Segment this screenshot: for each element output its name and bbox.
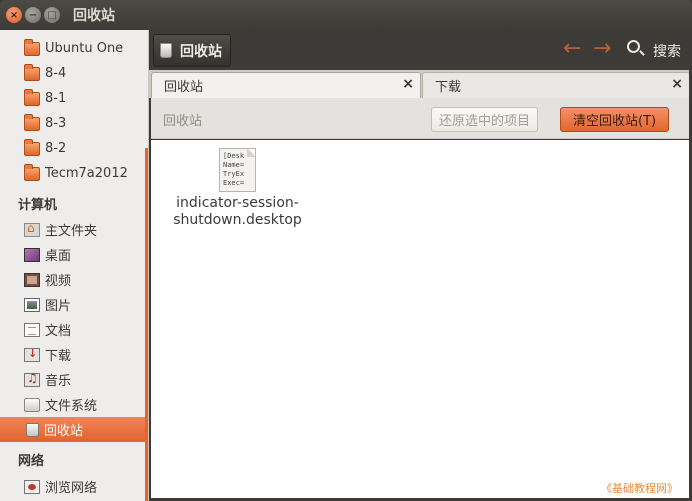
sidebar-item-label: 音乐 <box>45 374 72 389</box>
sidebar-item-label: 8-2 <box>45 141 67 156</box>
file-preview-line: Exec= <box>223 179 245 187</box>
toolbar: 回收站 ← → 搜索 <box>149 30 692 70</box>
sidebar-item-label: 桌面 <box>45 249 72 264</box>
search-icon[interactable] <box>627 40 640 53</box>
empty-trash-button[interactable]: 清空回收站(T) <box>560 107 670 132</box>
sidebar-item-label: 文件系统 <box>45 399 98 414</box>
sidebar-item-label: 8-4 <box>45 66 67 81</box>
breadcrumb-label: 回收站 <box>180 43 222 60</box>
folder-icon <box>24 38 40 56</box>
window-minimize-button[interactable]: − <box>25 7 41 23</box>
file-preview-line: TryEx <box>223 170 245 178</box>
sidebar-item-label: 浏览网络 <box>45 481 98 496</box>
watermark-text: 《基础教程网》 <box>601 482 678 495</box>
sidebar-item-label: Ubuntu One <box>45 41 124 56</box>
file-preview-line: [Desk <box>223 152 245 160</box>
window-maximize-button[interactable]: □ <box>44 7 60 23</box>
sidebar-item-label: 文档 <box>45 324 72 339</box>
tab-downloads[interactable]: 下载 × <box>422 72 690 98</box>
sidebar-item-label: 回收站 <box>44 424 84 439</box>
filesystem-icon <box>24 397 40 412</box>
file-name: indicator-session- shutdown.desktop <box>165 195 310 229</box>
desktop-file-icon: [Desk Name= TryEx Exec= <box>219 148 256 192</box>
tab-label: 下载 <box>435 80 462 95</box>
window-titlebar: × − □ 回收站 <box>0 0 692 30</box>
pictures-icon <box>24 297 40 312</box>
trash-icon <box>26 422 39 437</box>
folder-icon <box>24 113 40 131</box>
downloads-icon <box>24 347 40 362</box>
sidebar-item-label: Tecm7a2012 <box>45 166 128 181</box>
file-name-line: shutdown.desktop <box>173 212 302 228</box>
video-icon <box>24 272 40 287</box>
window-title: 回收站 <box>73 8 115 24</box>
network-icon <box>24 479 40 494</box>
tab-bar: 回收站 × 下载 × <box>149 70 692 98</box>
sidebar-scrollbar[interactable] <box>145 148 148 501</box>
sidebar-item-pictures[interactable]: 图片 <box>0 292 146 317</box>
sidebar-item-label: 主文件夹 <box>45 224 98 239</box>
trash-infobar: 回收站 还原选中的项目 清空回收站(T) <box>151 98 689 139</box>
file-name-line: indicator-session- <box>176 195 299 211</box>
folder-icon <box>24 163 40 181</box>
sidebar-item-label: 下载 <box>45 349 72 364</box>
sidebar-item-8-4[interactable]: 8-4 <box>0 61 146 86</box>
desktop-icon <box>24 247 40 262</box>
sidebar-item-label: 图片 <box>45 299 72 314</box>
sidebar-item-label: 8-3 <box>45 116 67 131</box>
location-breadcrumb-trash[interactable]: 回收站 <box>153 34 231 67</box>
tab-close-icon[interactable]: × <box>402 76 414 92</box>
sidebar-item-tecm7a2012[interactable]: Tecm7a2012 <box>0 161 146 186</box>
file-view[interactable]: [Desk Name= TryEx Exec= indicator-sessio… <box>151 140 689 498</box>
sidebar-item-videos[interactable]: 视频 <box>0 267 146 292</box>
sidebar-item-home[interactable]: 主文件夹 <box>0 217 146 242</box>
folder-icon <box>24 88 40 106</box>
sidebar-item-trash[interactable]: 回收站 <box>0 417 146 442</box>
sidebar-item-filesystem[interactable]: 文件系统 <box>0 392 146 417</box>
sidebar-item-8-2[interactable]: 8-2 <box>0 136 146 161</box>
sidebar-item-documents[interactable]: 文档 <box>0 317 146 342</box>
music-icon <box>24 371 40 387</box>
window-close-button[interactable]: × <box>6 7 22 23</box>
sidebar-item-ubuntu-one[interactable]: Ubuntu One <box>0 36 146 61</box>
trash-icon <box>160 43 172 58</box>
search-button-label[interactable]: 搜索 <box>653 41 681 61</box>
sidebar-item-desktop[interactable]: 桌面 <box>0 242 146 267</box>
back-arrow-icon[interactable]: ← <box>563 38 581 60</box>
places-sidebar: Ubuntu One 8-4 8-1 8-3 8-2 Tecm7a2012 计算… <box>0 30 149 501</box>
sidebar-item-8-3[interactable]: 8-3 <box>0 111 146 136</box>
sidebar-item-music[interactable]: 音乐 <box>0 367 146 392</box>
folder-icon <box>24 138 40 156</box>
sidebar-item-browse-network[interactable]: 浏览网络 <box>0 474 146 499</box>
restore-selected-button[interactable]: 还原选中的项目 <box>431 107 539 132</box>
tab-trash[interactable]: 回收站 × <box>151 72 421 98</box>
file-preview-line: Name= <box>223 161 245 169</box>
documents-icon <box>24 322 40 337</box>
sidebar-heading-computer: 计算机 <box>18 198 58 213</box>
sidebar-heading-network: 网络 <box>18 454 45 469</box>
tab-label: 回收站 <box>164 80 204 95</box>
tab-close-icon[interactable]: × <box>671 76 683 92</box>
forward-arrow-icon[interactable]: → <box>593 38 611 60</box>
sidebar-item-downloads[interactable]: 下载 <box>0 342 146 367</box>
infobar-title: 回收站 <box>163 114 203 129</box>
sidebar-item-label: 视频 <box>45 274 72 289</box>
file-item[interactable]: [Desk Name= TryEx Exec= indicator-sessio… <box>165 148 310 229</box>
sidebar-item-8-1[interactable]: 8-1 <box>0 86 146 111</box>
sidebar-item-label: 8-1 <box>45 91 67 106</box>
folder-icon <box>24 63 40 81</box>
home-folder-icon <box>24 221 40 237</box>
